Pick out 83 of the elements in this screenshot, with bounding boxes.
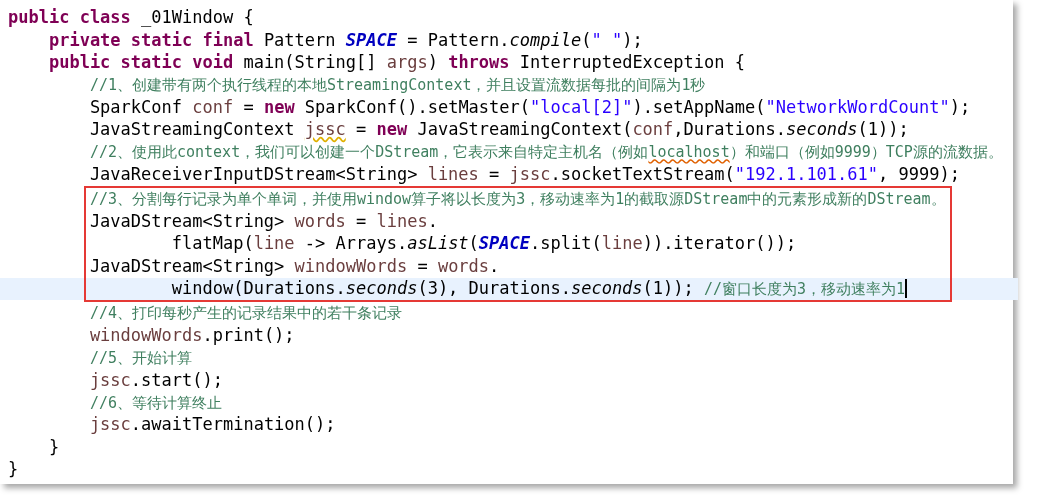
- method-name: seconds: [570, 277, 643, 301]
- keyword: public static void: [48, 51, 234, 75]
- code-text: JavaDStream<String>: [89, 209, 286, 233]
- method-name: seconds: [345, 277, 418, 301]
- code-text: _01Window {: [140, 6, 254, 30]
- code-text: SparkConf: [89, 96, 183, 119]
- code-text: window(Durations.: [171, 277, 346, 301]
- code-text: ,Durations.: [673, 118, 786, 142]
- method-name: asList: [407, 232, 469, 256]
- variable: lines: [427, 163, 479, 187]
- code-text: main(String[]: [242, 51, 378, 75]
- variable: windowWords: [89, 323, 203, 347]
- code-text: JavaDStream<String>: [89, 254, 286, 278]
- code-comment: //6、等待计算终止: [89, 392, 222, 414]
- code-text: )).iterator());: [642, 232, 797, 256]
- code-comment: localhost: [648, 142, 730, 164]
- code-text: -> Arrays.: [303, 232, 408, 256]
- code-text: ).setAppName(: [632, 96, 766, 119]
- code-text: (: [581, 28, 592, 52]
- code-text: =: [488, 163, 501, 187]
- variable: jssc: [509, 163, 551, 187]
- field-name: SPACE: [345, 28, 397, 52]
- string-literal: "NetworkWordCount": [765, 96, 950, 119]
- variable: jssc: [304, 118, 346, 142]
- keyword: new: [376, 118, 408, 142]
- code-text: JavaReceiverInputDStream<String>: [89, 163, 419, 187]
- field-name: SPACE: [478, 232, 531, 256]
- variable: words: [437, 254, 490, 278]
- code-comment: ）和端口（例如9999）TCP源的流数据。: [729, 142, 1003, 164]
- code-text: JavaStreamingContext(: [416, 118, 633, 142]
- variable: lines: [376, 209, 428, 233]
- code-comment: //2、使用此context，我们可以创建一个DStream，它表示来自特定主机名（例如: [89, 142, 649, 164]
- keyword: public class: [8, 6, 131, 30]
- code-text: (1));: [642, 277, 695, 301]
- keyword: throws: [448, 51, 510, 75]
- code-text: .: [427, 209, 438, 233]
- code-text: flatMap(: [171, 232, 254, 256]
- code-text: );: [622, 28, 643, 52]
- string-literal: " ": [591, 28, 623, 52]
- string-literal: "local[2]": [530, 96, 633, 119]
- code-text: =: [242, 96, 255, 119]
- variable: words: [294, 209, 346, 233]
- text-cursor: [905, 279, 908, 299]
- code-text: InterruptedException {: [518, 51, 745, 75]
- code-text: .print();: [202, 323, 295, 347]
- code-text: ): [427, 51, 439, 75]
- code-text: }: [8, 458, 19, 482]
- keyword: private static final: [48, 28, 254, 52]
- code-comment: //3、分割每行记录为单个单词，并使用window算子将以长度为3，移动速率为1的截取源DStream中的元素形成新的DStream。: [89, 189, 946, 211]
- method-name: compile: [509, 28, 582, 52]
- code-text: (: [468, 232, 479, 256]
- variable: args: [386, 51, 428, 75]
- code-text: }: [48, 435, 60, 459]
- code-text: = Pattern.: [406, 28, 510, 52]
- code-text: SparkConf().setMaster(: [303, 96, 531, 119]
- variable: conf: [632, 118, 674, 142]
- code-text: .split(: [530, 232, 602, 256]
- code-comment: //1、创建带有两个执行线程的本地StreamingContext，并且设置流数据每批的间隔为1秒: [89, 75, 706, 97]
- code-text: .start();: [130, 368, 223, 392]
- code-text: (3), Durations.: [417, 277, 571, 301]
- variable: conf: [192, 96, 234, 119]
- code-text: .: [489, 254, 500, 278]
- keyword: new: [263, 96, 295, 119]
- variable: windowWords: [294, 254, 408, 278]
- code-comment: //窗口长度为3，移动速率为1: [704, 278, 906, 300]
- string-literal: "192.1.101.61": [734, 163, 879, 187]
- code-text: =: [355, 118, 368, 142]
- variable: line: [601, 232, 643, 256]
- code-comment: //5、开始计算: [89, 347, 192, 369]
- code-text: =: [355, 209, 368, 233]
- code-text: =: [416, 254, 429, 278]
- code-comment: //4、打印每秒产生的记录结果中的若干条记录: [89, 303, 402, 325]
- code-text: .socketTextStream(: [550, 163, 735, 187]
- code-text: .awaitTermination();: [130, 413, 336, 437]
- variable: line: [253, 232, 295, 256]
- code-text: , 9999);: [878, 163, 960, 187]
- code-text: (1));: [857, 118, 909, 142]
- code-text: );: [949, 96, 971, 119]
- variable: jssc: [89, 413, 131, 437]
- variable: jssc: [89, 368, 131, 392]
- code-text: Pattern: [262, 28, 337, 52]
- code-text: JavaStreamingContext: [89, 118, 296, 142]
- method-name: seconds: [785, 118, 858, 142]
